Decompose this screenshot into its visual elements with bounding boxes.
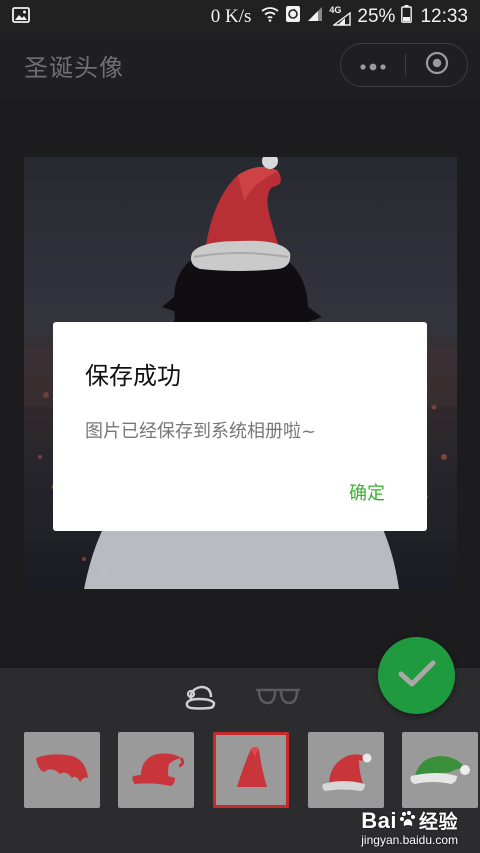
- checkmark-icon: [397, 659, 437, 693]
- screen: 0 K/s 4G 25% 12:33 圣诞头像 保存成功 图片已经保存到系统相册…: [0, 0, 480, 853]
- baidu-watermark: Bai 经验 jingyan.baidu.com: [361, 807, 458, 848]
- dialog-title: 保存成功: [85, 362, 181, 390]
- wifi-icon: [261, 6, 279, 28]
- hat-option-red-floppy[interactable]: [308, 732, 384, 808]
- green-hat-icon: [407, 746, 473, 794]
- dialog-message: 图片已经保存到系统相册啦~: [85, 421, 317, 442]
- battery-percent: 25%: [357, 6, 396, 27]
- red-flat-hat-icon: [32, 748, 92, 792]
- hat-option-red-flat[interactable]: [24, 732, 100, 808]
- glasses-category-icon: [254, 684, 302, 712]
- status-left: [12, 6, 211, 29]
- target-circle-icon: [425, 51, 449, 79]
- signal-4g-icon: 4G: [329, 5, 352, 26]
- confirm-fab[interactable]: [378, 637, 455, 714]
- more-dots-icon: [359, 56, 387, 75]
- watermark-suffix: 经验: [418, 812, 458, 833]
- network-speed: 0 K/s: [210, 6, 252, 27]
- page-title: 圣诞头像: [24, 54, 124, 82]
- app-title-bar: 圣诞头像: [0, 34, 480, 98]
- save-success-dialog: 保存成功 图片已经保存到系统相册啦~ 确定: [53, 322, 427, 531]
- gallery-notification-icon: [12, 6, 30, 29]
- data-sync-icon: [285, 5, 301, 29]
- close-button[interactable]: [406, 44, 467, 86]
- status-bar: 0 K/s 4G 25% 12:33: [0, 0, 480, 34]
- more-button[interactable]: [341, 44, 405, 86]
- confirm-button[interactable]: 确定: [349, 479, 385, 505]
- tab-glasses[interactable]: [250, 680, 306, 716]
- watermark-url: jingyan.baidu.com: [361, 833, 458, 847]
- watermark-logo: Bai 经验: [361, 807, 458, 834]
- hat-option-red-cone[interactable]: [213, 732, 289, 808]
- hat-option-green[interactable]: [402, 732, 478, 808]
- signal-icon: [307, 6, 323, 28]
- battery-icon: [401, 5, 413, 29]
- tab-hats[interactable]: [173, 680, 229, 716]
- red-floppy-hat-icon: [319, 744, 373, 796]
- hat-category-icon: [183, 681, 219, 715]
- status-right: 0 K/s 4G 25% 12:33: [211, 5, 468, 29]
- watermark-logo-text: Bai: [361, 807, 397, 833]
- clock: 12:33: [420, 6, 468, 27]
- mini-program-capsule: [340, 43, 468, 87]
- paw-icon: [399, 808, 417, 834]
- red-cone-hat-icon: [229, 743, 273, 797]
- red-curled-hat-icon: [127, 746, 185, 794]
- hat-options-row: [24, 732, 480, 808]
- hat-option-red-curled[interactable]: [118, 732, 194, 808]
